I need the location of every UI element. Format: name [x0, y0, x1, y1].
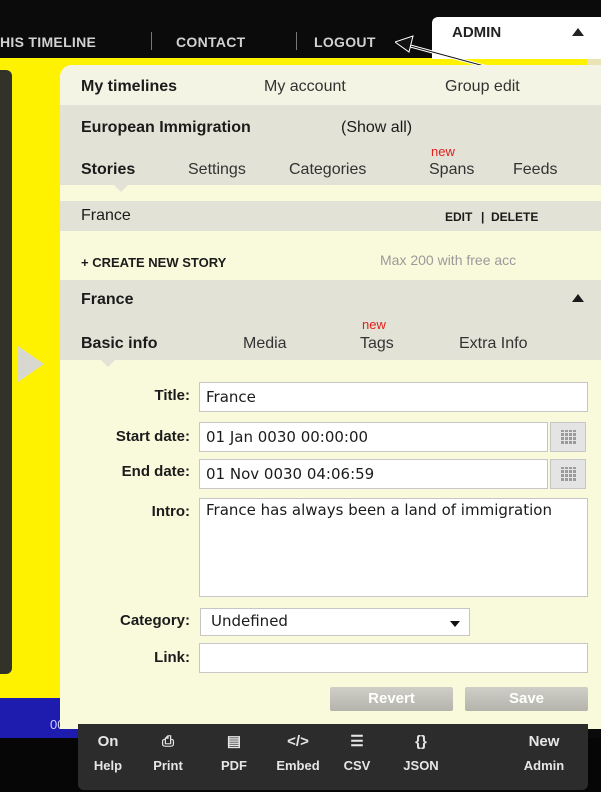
edit-link[interactable]: EDIT [445, 210, 472, 224]
tab-my-account[interactable]: My account [264, 78, 346, 96]
embed-label: Embed [276, 758, 320, 773]
tab-stories[interactable]: Stories [81, 161, 135, 179]
create-new-story-button[interactable]: + CREATE NEW STORY [81, 255, 226, 270]
json-icon: {} [415, 733, 427, 750]
story-editor-title: France [81, 291, 134, 308]
pdf-icon: ▤ [226, 733, 242, 750]
tab-my-timelines[interactable]: My timelines [81, 78, 177, 96]
tab-spans[interactable]: Spans [429, 161, 474, 179]
start-date-label: Start date: [115, 428, 190, 445]
intro-label: Intro: [151, 503, 190, 520]
start-date-input[interactable]: 01 Jan 0030 00:00:00 [199, 422, 548, 452]
embed-button[interactable]: </> Embed [268, 732, 328, 773]
nav-contact[interactable]: CONTACT [176, 34, 246, 50]
json-label: JSON [403, 758, 439, 773]
admin-panel: My timelines My account Group edit Europ… [60, 65, 601, 729]
timeline-name: European Immigration [81, 119, 251, 136]
tab-extra-info[interactable]: Extra Info [459, 335, 527, 353]
end-date-input[interactable]: 01 Nov 0030 04:06:59 [199, 459, 548, 489]
tab-tags[interactable]: Tags [360, 335, 394, 353]
nav-logout[interactable]: LOGOUT [314, 34, 376, 50]
embed-icon: </> [287, 733, 309, 750]
active-tab-pointer [101, 360, 115, 367]
tab-basic-info[interactable]: Basic info [81, 335, 157, 353]
help-button[interactable]: On Help [78, 732, 138, 773]
nav-separator [151, 32, 152, 50]
show-all-link[interactable]: (Show all) [341, 119, 412, 137]
tab-feeds[interactable]: Feeds [513, 161, 557, 179]
tab-categories[interactable]: Categories [289, 161, 366, 179]
json-button[interactable]: {} JSON [391, 732, 451, 773]
calendar-icon[interactable] [550, 459, 586, 489]
category-select[interactable]: Undefined [200, 608, 470, 636]
revert-button[interactable]: Revert [330, 687, 453, 711]
active-tab-pointer [114, 185, 128, 192]
printer-icon: ⎙ [161, 733, 174, 750]
new-admin-icon: New [528, 733, 560, 750]
story-row-name: France [81, 207, 131, 224]
left-side-panel [0, 70, 12, 674]
calendar-icon[interactable] [550, 422, 586, 452]
link-label: Link: [154, 649, 190, 666]
delete-link[interactable]: DELETE [491, 210, 538, 224]
save-button[interactable]: Save [465, 687, 588, 711]
csv-icon: ☰ [350, 733, 364, 750]
title-label: Title: [154, 387, 190, 404]
bottom-toolbar: On Help ⎙ Print ▤ PDF </> Embed ☰ CSV {}… [78, 724, 588, 790]
pdf-label: PDF [221, 758, 247, 773]
previous-arrow-icon[interactable] [18, 346, 44, 382]
intro-textarea[interactable]: France has always been a land of immigra… [199, 498, 588, 597]
print-label: Print [153, 758, 183, 773]
category-label: Category: [119, 612, 190, 629]
end-date-label: End date: [121, 463, 190, 480]
csv-button[interactable]: ☰ CSV [327, 732, 387, 773]
csv-label: CSV [343, 758, 371, 773]
tab-settings[interactable]: Settings [188, 161, 246, 179]
chevron-down-icon[interactable] [450, 621, 460, 627]
link-separator: | [481, 210, 485, 224]
link-input[interactable] [199, 643, 588, 673]
toggle-on-icon: On [97, 733, 119, 750]
print-button[interactable]: ⎙ Print [138, 732, 198, 773]
tags-new-badge: new [362, 317, 386, 332]
help-label: Help [93, 758, 123, 773]
collapse-caret-icon[interactable] [572, 294, 584, 302]
spans-new-badge: new [431, 144, 455, 159]
nav-this-timeline[interactable]: HIS TIMELINE [0, 34, 96, 50]
nav-separator [296, 32, 297, 50]
story-limit-note: Max 200 with free acc [380, 252, 517, 268]
title-input[interactable]: France [199, 382, 588, 412]
new-admin-button[interactable]: New Admin [512, 732, 576, 773]
pdf-button[interactable]: ▤ PDF [204, 732, 264, 773]
admin-label: Admin [523, 758, 565, 773]
tab-media[interactable]: Media [243, 335, 287, 353]
tab-group-edit[interactable]: Group edit [445, 78, 520, 96]
